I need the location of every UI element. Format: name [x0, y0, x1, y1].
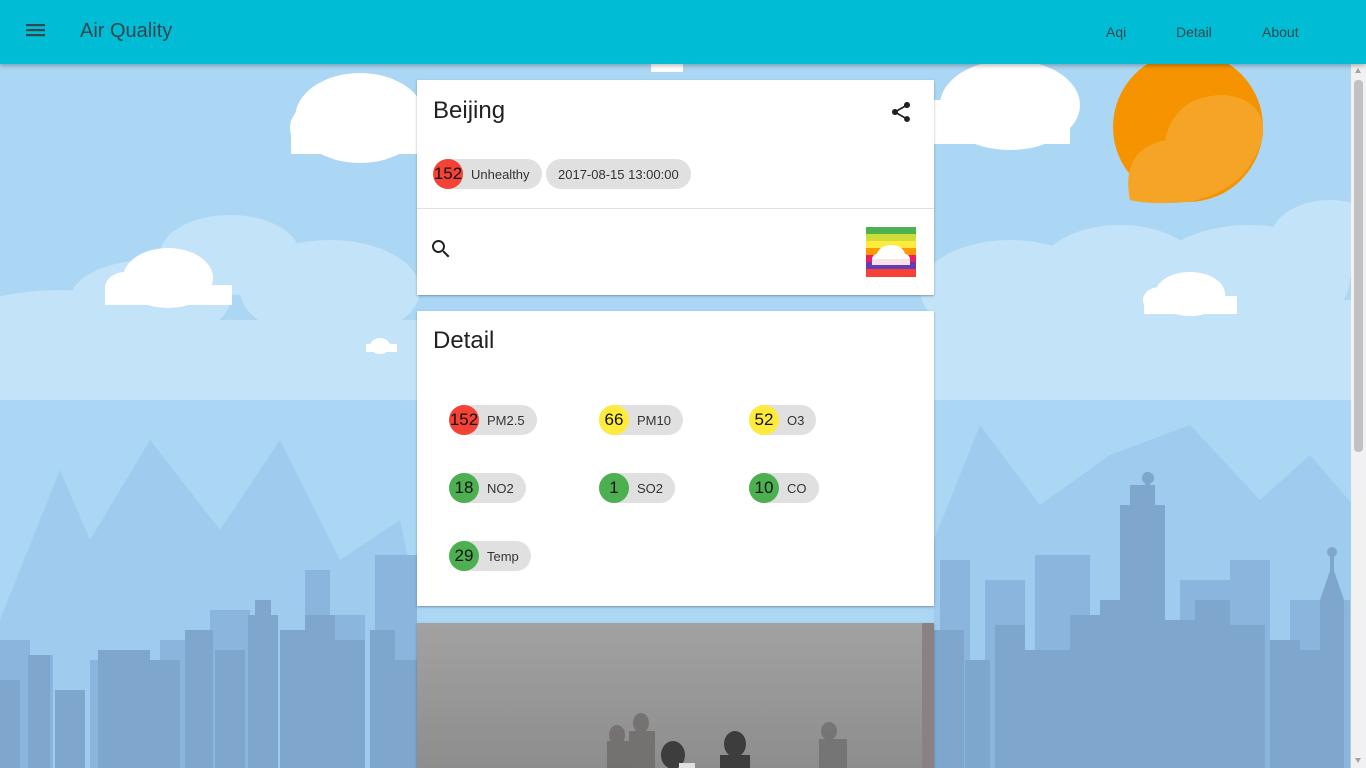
menu-icon[interactable] — [20, 18, 52, 46]
pollutant-label: CO — [787, 480, 807, 496]
pollutant-chip-pm10: 66 PM10 — [599, 405, 683, 435]
pollutant-chip-co: 10 CO — [749, 473, 819, 503]
city-card: Beijing 152 Unhealthy 2017-08-15 13:00:0… — [417, 80, 934, 295]
pollutant-value: 18 — [449, 473, 479, 503]
app-title: Air Quality — [80, 20, 173, 42]
pollutant-value: 1 — [599, 473, 629, 503]
aqi-level: Unhealthy — [471, 166, 530, 182]
nav-about[interactable]: About — [1262, 24, 1299, 40]
pollutant-value: 52 — [749, 405, 779, 435]
timestamp-chip: 2017-08-15 13:00:00 — [546, 159, 691, 189]
detail-card: Detail 152 PM2.5 66 PM10 52 O3 18 NO2 1 … — [417, 311, 934, 606]
pollutant-chip-o3: 52 O3 — [749, 405, 817, 435]
nav-aqi[interactable]: Aqi — [1106, 24, 1126, 40]
scroll-down-arrow-icon[interactable] — [1355, 758, 1361, 763]
pollutant-value: 10 — [749, 473, 779, 503]
nav-detail[interactable]: Detail — [1176, 24, 1212, 40]
pollutant-label: NO2 — [487, 480, 514, 496]
divider — [417, 208, 934, 209]
app-bar: Air Quality Aqi Detail About — [0, 0, 1366, 64]
smog-photo-image — [417, 623, 934, 768]
share-icon[interactable] — [889, 100, 913, 124]
pollutant-label: SO2 — [637, 480, 664, 496]
pollutant-label: O3 — [787, 412, 805, 428]
aqi-value: 152 — [433, 159, 463, 189]
pollutant-value: 29 — [449, 541, 479, 571]
aqi-color-scale-cloud-icon[interactable] — [866, 227, 916, 277]
pollutant-label: Temp — [487, 548, 519, 564]
timestamp: 2017-08-15 13:00:00 — [558, 166, 679, 182]
city-name: Beijing — [433, 97, 506, 124]
pollutant-chip-so2: 1 SO2 — [599, 473, 676, 503]
smog-photo — [417, 623, 934, 768]
detail-title: Detail — [433, 327, 495, 354]
pollutant-chip-temp: 29 Temp — [449, 541, 531, 571]
page-scrollbar[interactable] — [1351, 64, 1366, 768]
pollutant-chip-pm25: 152 PM2.5 — [449, 405, 537, 435]
search-icon[interactable] — [429, 237, 453, 261]
pollutant-label: PM2.5 — [487, 412, 525, 428]
scroll-up-arrow-icon[interactable] — [1355, 68, 1361, 73]
pollutant-value: 66 — [599, 405, 629, 435]
pollutant-value: 152 — [449, 405, 479, 435]
pollutant-label: PM10 — [637, 412, 671, 428]
scroll-thumb[interactable] — [1354, 80, 1363, 452]
pollutant-chip-no2: 18 NO2 — [449, 473, 526, 503]
aqi-chip: 152 Unhealthy — [433, 159, 542, 189]
